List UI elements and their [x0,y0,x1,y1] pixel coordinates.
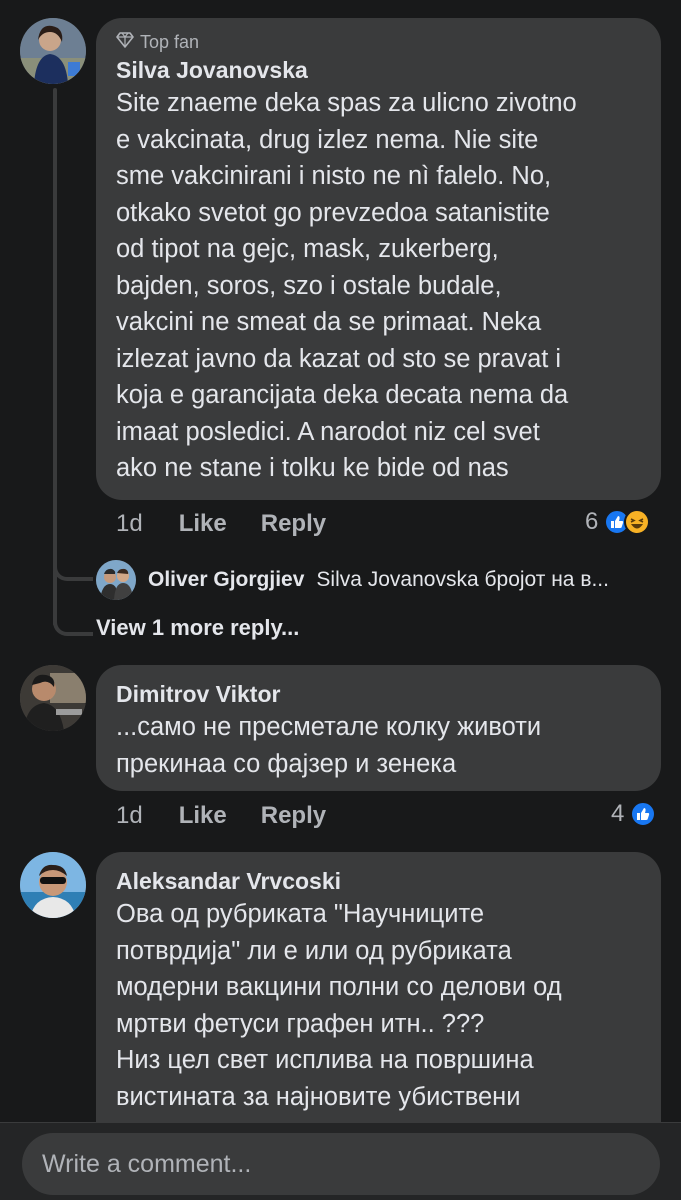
reply-text: Silva Jovanovska бројот на в... [316,568,609,591]
comment-text: Ова од рубриката "Научниците потврдија" … [116,896,641,1115]
comment-line: od tipot na gejc, mask, zukerberg, [116,235,499,263]
comment-author[interactable]: Silva Jovanovska [116,55,641,85]
comment-line: ...само не пресметале колку животи [116,713,542,741]
comment-line: koja e garancijata deka decata nema da [116,381,569,409]
comment-line: sme vakcinirani i nisto ne nì falelo. No… [116,162,552,190]
reply-button[interactable]: Reply [261,802,326,830]
avatar-oliver[interactable] [96,560,136,600]
comment-actions: 1d Like Reply [116,802,360,830]
comment-line: Ова од рубриката "Научниците [116,900,485,928]
thread-branch-more [53,600,93,636]
comment-line: прекинаа со фајзер и зенека [116,749,457,778]
top-fan-label: Top fan [140,32,200,52]
thread-branch-reply [53,545,93,581]
comment-actions: 1d Like Reply [116,510,360,538]
reaction-count: 4 [611,800,625,827]
comment-text: Site znaeme deka spas za ulicno zivotno … [116,85,641,487]
avatar-aleksandar[interactable] [20,852,86,918]
comment-line: otkako svetot go prevzedoa satanistite [116,198,550,227]
comment-input[interactable] [22,1133,660,1195]
comment-line: вистината за најновите убиствени [116,1082,521,1111]
like-reaction-icon [630,801,657,827]
comment-bubble-dimitrov: Dimitrov Viktor ...само не пресметале ко… [96,665,661,791]
comment-line: e vakcinata, drug izlez nema. Nie site [116,125,539,154]
comment-line: vakcini ne smeat da se primaat. Neka [116,308,542,336]
comment-timestamp[interactable]: 1d [116,510,143,538]
view-more-replies-link[interactable]: View 1 more reply... [96,615,299,641]
haha-reaction-icon [624,509,651,535]
reaction-count: 6 [585,508,599,535]
comment-author[interactable]: Dimitrov Viktor [116,679,641,709]
comment-line: ako ne stane i tolku ke bide od nas [116,454,509,482]
comment-bubble-silva: Top fan Silva Jovanovska Site znaeme dek… [96,18,661,500]
reply-author[interactable]: Oliver Gjorgjiev [148,568,304,592]
reaction-summary[interactable]: 6 [585,508,651,536]
comment-line: модерни вакцини полни со делови од [116,973,562,1001]
avatar-silva[interactable] [20,18,86,84]
comment-line: мртви фетуси графен итн.. ??? [116,1009,485,1038]
comment-line: Site znaeme deka spas za ulicno zivotno [116,89,577,117]
reply-preview[interactable]: Oliver Gjorgjiev Silva Jovanovska бројот… [96,560,666,600]
comment-line: imaat posledici. A narodot niz cel svet [116,417,540,446]
reply-button[interactable]: Reply [261,510,326,538]
comment-text: ...само не пресметале колку животи преки… [116,709,641,782]
comment-line: bajden, soros, szo i ostale budale, [116,271,502,300]
comment-bubble-aleksandar: Aleksandar Vrvcoski Ова од рубриката "На… [96,852,661,1152]
comment-line: потврдија" ли е или од рубриката [116,936,512,965]
reaction-summary[interactable]: 4 [611,800,657,828]
comment-author[interactable]: Aleksandar Vrvcoski [116,866,641,896]
like-button[interactable]: Like [179,510,227,538]
like-button[interactable]: Like [179,802,227,830]
comments-page: Top fan Silva Jovanovska Site znaeme dek… [0,0,681,1200]
avatar-dimitrov[interactable] [20,665,86,731]
comment-line: izlezat javno da kazat od sto se pravat … [116,344,562,373]
diamond-icon [116,32,134,53]
top-fan-badge: Top fan [116,32,641,53]
comment-line: Низ цел свет исплива на површина [116,1046,534,1074]
comment-timestamp[interactable]: 1d [116,802,143,830]
